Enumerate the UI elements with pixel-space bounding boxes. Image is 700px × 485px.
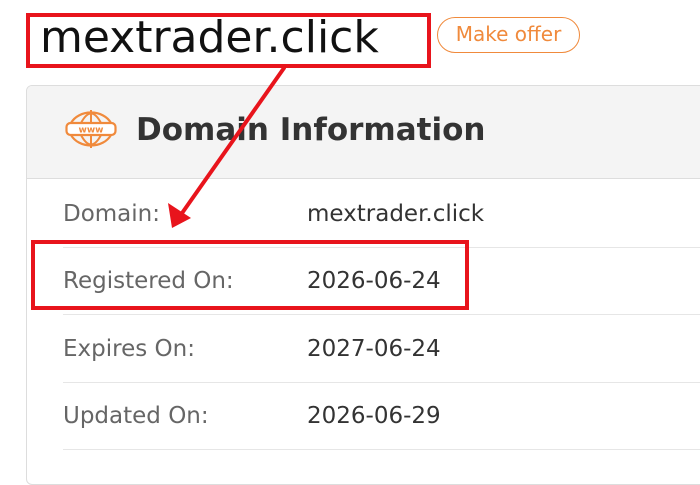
updated-on-label: Updated On: <box>63 403 209 429</box>
card-header: www Domain Information <box>27 86 700 179</box>
updated-on-value: 2026-06-29 <box>307 403 441 429</box>
card-title: Domain Information <box>136 112 486 148</box>
info-row-updated-on: Updated On: 2026-06-29 <box>63 383 700 450</box>
domain-name-highlight <box>26 13 431 68</box>
expires-on-label: Expires On: <box>63 336 195 362</box>
www-icon: www <box>65 110 117 148</box>
info-row-expires-on: Expires On: 2027-06-24 <box>63 316 700 383</box>
svg-text:www: www <box>79 126 104 136</box>
info-row-domain: Domain: mextrader.click <box>63 181 700 248</box>
domain-label: Domain: <box>63 201 160 227</box>
make-offer-button[interactable]: Make offer <box>437 17 580 53</box>
registered-on-highlight <box>31 240 469 310</box>
domain-value: mextrader.click <box>307 201 485 227</box>
expires-on-value: 2027-06-24 <box>307 336 441 362</box>
